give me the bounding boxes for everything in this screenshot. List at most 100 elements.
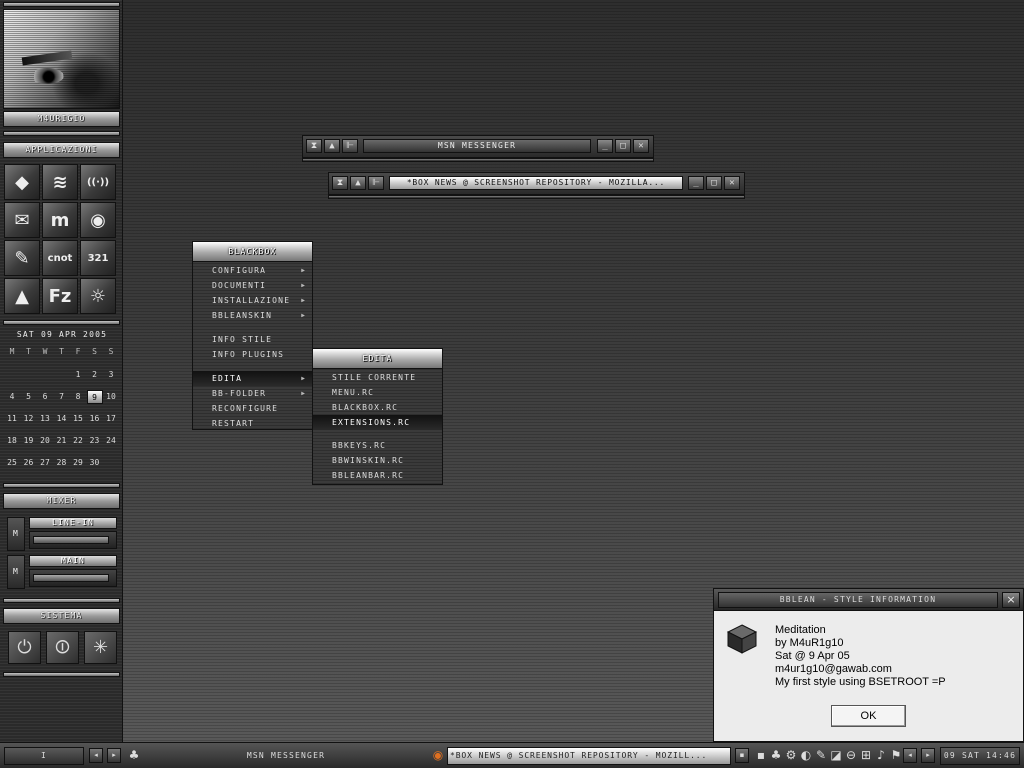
winamp-icon[interactable]: ≋ bbox=[42, 164, 78, 200]
volume-slider[interactable] bbox=[29, 531, 117, 549]
ok-button[interactable]: OK bbox=[831, 705, 906, 727]
restart-icon[interactable]: ✳ bbox=[84, 631, 117, 664]
calendar-day[interactable]: 5 bbox=[21, 390, 37, 404]
menu-item-bbleanskin[interactable]: BBLEANSKIN ▶ bbox=[193, 308, 312, 323]
ontop-icon[interactable]: ⊩ bbox=[342, 139, 358, 153]
tray-icon[interactable]: ◐ bbox=[799, 748, 813, 763]
menu-item-documenti[interactable]: DOCUMENTI ▶ bbox=[193, 278, 312, 293]
calendar-day[interactable]: 18 bbox=[4, 434, 20, 448]
prev-icon[interactable]: ◂ bbox=[903, 748, 917, 763]
submenu-item-bbkeys-rc[interactable]: BBKEYS.RC bbox=[313, 438, 442, 453]
calendar-day[interactable]: 15 bbox=[70, 412, 86, 426]
tray-icon[interactable]: ◪ bbox=[829, 748, 843, 763]
msn-icon[interactable]: ♣ bbox=[127, 748, 141, 763]
calendar-day[interactable]: 4 bbox=[4, 390, 20, 404]
thunderbird-icon[interactable]: ✉ bbox=[4, 202, 40, 238]
minimize-icon[interactable]: _ bbox=[688, 176, 704, 190]
menu-item-restart[interactable]: RESTART bbox=[193, 416, 312, 431]
next-workspace-icon[interactable]: ▸ bbox=[107, 748, 121, 763]
maximize-icon[interactable]: □ bbox=[706, 176, 722, 190]
calendar-day[interactable]: 19 bbox=[21, 434, 37, 448]
calendar-day[interactable]: 9 bbox=[86, 390, 103, 404]
msn-messenger-window[interactable]: ⧗ ▲ ⊩ MSN MESSENGER _ □ ✕ bbox=[302, 135, 654, 162]
msn-window-title[interactable]: MSN MESSENGER bbox=[363, 139, 591, 153]
calendar-day[interactable]: 27 bbox=[37, 456, 53, 470]
wireless-icon[interactable]: ((·)) bbox=[80, 164, 116, 200]
tray-icon[interactable]: ⊞ bbox=[859, 748, 873, 763]
task-msn-messenger[interactable]: MSN MESSENGER bbox=[146, 747, 426, 765]
blackbox-icon[interactable]: ◆ bbox=[4, 164, 40, 200]
power-icon[interactable]: ⏻ bbox=[8, 631, 41, 664]
window-handle[interactable] bbox=[328, 195, 745, 199]
minimize-icon[interactable]: _ bbox=[597, 139, 613, 153]
calendar-day[interactable]: 13 bbox=[37, 412, 53, 426]
menu-item-installazione[interactable]: INSTALLAZIONE ▶ bbox=[193, 293, 312, 308]
tray-icon[interactable]: ♣ bbox=[769, 748, 783, 763]
mozilla-window-title[interactable]: *BOX NEWS @ SCREENSHOT REPOSITORY - MOZI… bbox=[389, 176, 683, 190]
menu-item-configura[interactable]: CONFIGURA ▶ bbox=[193, 263, 312, 278]
calendar-day[interactable]: 17 bbox=[103, 412, 119, 426]
rollup-icon[interactable]: ▲ bbox=[324, 139, 340, 153]
dialog-titlebar[interactable]: BBLEAN - STYLE INFORMATION × bbox=[714, 589, 1023, 611]
calendar-day[interactable]: 30 bbox=[87, 456, 103, 470]
submenu-item-blackbox-rc[interactable]: BLACKBOX.RC bbox=[313, 400, 442, 415]
menu-item-edita[interactable]: EDITA ▶ bbox=[193, 371, 312, 386]
calendar-day[interactable]: 22 bbox=[70, 434, 86, 448]
submenu-item-bbleanbar-rc[interactable]: BBLEANBAR.RC bbox=[313, 468, 442, 483]
msn-messenger-icon[interactable]: m bbox=[42, 202, 78, 238]
calendar-day[interactable]: 28 bbox=[54, 456, 70, 470]
close-icon[interactable]: × bbox=[1002, 592, 1020, 608]
firefox-icon[interactable]: ◉ bbox=[80, 202, 116, 238]
cnot-icon[interactable]: cnot bbox=[42, 240, 78, 276]
clock[interactable]: 09 SAT 14:46 bbox=[940, 747, 1020, 765]
calendar-day[interactable]: 3 bbox=[103, 368, 119, 382]
calendar-day[interactable]: 2 bbox=[87, 368, 103, 382]
task-mozilla[interactable]: *BOX NEWS @ SCREENSHOT REPOSITORY - MOZI… bbox=[447, 747, 731, 765]
calendar-day[interactable]: 10 bbox=[103, 390, 119, 404]
tools-icon[interactable]: ✎ bbox=[4, 240, 40, 276]
sticky-icon[interactable]: ⧗ bbox=[332, 176, 348, 190]
sticky-icon[interactable]: ⧗ bbox=[306, 139, 322, 153]
menu-item-reconfigure[interactable]: RECONFIGURE bbox=[193, 401, 312, 416]
calendar-day[interactable]: 11 bbox=[4, 412, 20, 426]
window-handle[interactable] bbox=[302, 158, 654, 162]
tray-icon[interactable]: ✎ bbox=[814, 748, 828, 763]
mozilla-window[interactable]: ⧗ ▲ ⊩ *BOX NEWS @ SCREENSHOT REPOSITORY … bbox=[328, 172, 745, 199]
tray-icon[interactable]: ⊖ bbox=[844, 748, 858, 763]
menu-item-info-stile[interactable]: INFO STILE bbox=[193, 332, 312, 347]
calendar-day[interactable]: 26 bbox=[21, 456, 37, 470]
vlc-icon[interactable]: ▲ bbox=[4, 278, 40, 314]
tray-icon[interactable]: ⚙ bbox=[784, 748, 798, 763]
calendar-day[interactable]: 25 bbox=[4, 456, 20, 470]
edita-submenu-title[interactable]: EDITA bbox=[313, 349, 442, 369]
workspace-label[interactable]: I bbox=[4, 747, 84, 765]
prev-workspace-icon[interactable]: ◂ bbox=[89, 748, 103, 763]
submenu-item-extensions-rc[interactable]: EXTENSIONS.RC bbox=[313, 415, 442, 430]
calendar-day[interactable]: 24 bbox=[103, 434, 119, 448]
clapperboard-icon[interactable]: 321 bbox=[80, 240, 116, 276]
calendar-day[interactable]: 23 bbox=[87, 434, 103, 448]
menu-item-bb-folder[interactable]: BB-FOLDER ▶ bbox=[193, 386, 312, 401]
photo-icon[interactable]: ☼ bbox=[80, 278, 116, 314]
close-icon[interactable]: ✕ bbox=[633, 139, 649, 153]
calendar-day[interactable]: 14 bbox=[54, 412, 70, 426]
calendar-day[interactable]: 20 bbox=[37, 434, 53, 448]
firefox-icon[interactable]: ◉ bbox=[431, 748, 445, 763]
filezilla-icon[interactable]: Fz bbox=[42, 278, 78, 314]
mute-button[interactable]: M bbox=[7, 555, 25, 589]
submenu-item-bbwinskin-rc[interactable]: BBWINSKIN.RC bbox=[313, 453, 442, 468]
next-icon[interactable]: ▸ bbox=[921, 748, 935, 763]
calendar-day[interactable]: 29 bbox=[70, 456, 86, 470]
blackbox-menu-title[interactable]: BLACKBOX bbox=[193, 242, 312, 262]
calendar-day[interactable]: 1 bbox=[70, 368, 86, 382]
submenu-item-stile-corrente[interactable]: STILE CORRENTE bbox=[313, 370, 442, 385]
calendar-day[interactable]: 21 bbox=[54, 434, 70, 448]
tray-icon[interactable]: ⚑ bbox=[889, 748, 903, 763]
submenu-item-menu-rc[interactable]: MENU.RC bbox=[313, 385, 442, 400]
menu-item-info-plugins[interactable]: INFO PLUGINS bbox=[193, 347, 312, 362]
rollup-icon[interactable]: ▲ bbox=[350, 176, 366, 190]
tray-icon[interactable]: ▪ bbox=[754, 748, 768, 763]
volume-slider[interactable] bbox=[29, 569, 117, 587]
tray-icon[interactable]: ♪ bbox=[874, 748, 888, 763]
logoff-icon[interactable]: ⏼ bbox=[46, 631, 79, 664]
